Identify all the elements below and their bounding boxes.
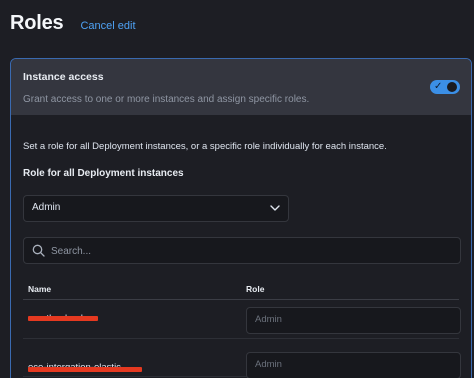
- instance-role-input[interactable]: Admin: [246, 352, 461, 378]
- page-title: Roles: [10, 12, 64, 34]
- cancel-edit-link[interactable]: Cancel edit: [80, 20, 135, 32]
- all-instances-role-label: Role for all Deployment instances: [23, 168, 184, 179]
- instance-role-placeholder: Admin: [255, 359, 282, 370]
- instance-access-toggle[interactable]: ✓: [430, 80, 460, 94]
- column-header-name[interactable]: Name: [28, 284, 51, 294]
- instance-access-description: Grant access to one or more instances an…: [23, 94, 310, 105]
- toggle-knob: [447, 82, 457, 92]
- table-row: ece-intergation-elastic Admin: [23, 339, 461, 378]
- instance-role-input[interactable]: Admin: [246, 307, 461, 334]
- instance-access-title: Instance access: [23, 71, 104, 83]
- instances-table-header: Name Role: [23, 279, 459, 300]
- column-header-role: Role: [246, 284, 265, 294]
- redaction-mark: [28, 367, 142, 372]
- table-row: ece-thanks-dev Admin: [23, 301, 461, 339]
- all-instances-role-select[interactable]: Admin: [23, 195, 289, 222]
- instance-access-header: Instance access Grant access to one or m…: [11, 59, 471, 115]
- redaction-mark: [28, 316, 98, 321]
- search-icon: [32, 244, 45, 257]
- check-icon: ✓: [434, 81, 443, 92]
- instance-role-info-text: Set a role for all Deployment instances,…: [23, 141, 387, 152]
- page-header: Roles Cancel edit: [10, 12, 136, 35]
- search-input[interactable]: [49, 241, 453, 261]
- instance-access-panel: Instance access Grant access to one or m…: [10, 58, 472, 378]
- instance-search: [23, 237, 461, 264]
- roles-page: Roles Cancel edit Instance access Grant …: [0, 0, 474, 378]
- chevron-down-icon: [270, 205, 280, 211]
- all-instances-role-value: Admin: [32, 202, 61, 213]
- instance-role-placeholder: Admin: [255, 314, 282, 325]
